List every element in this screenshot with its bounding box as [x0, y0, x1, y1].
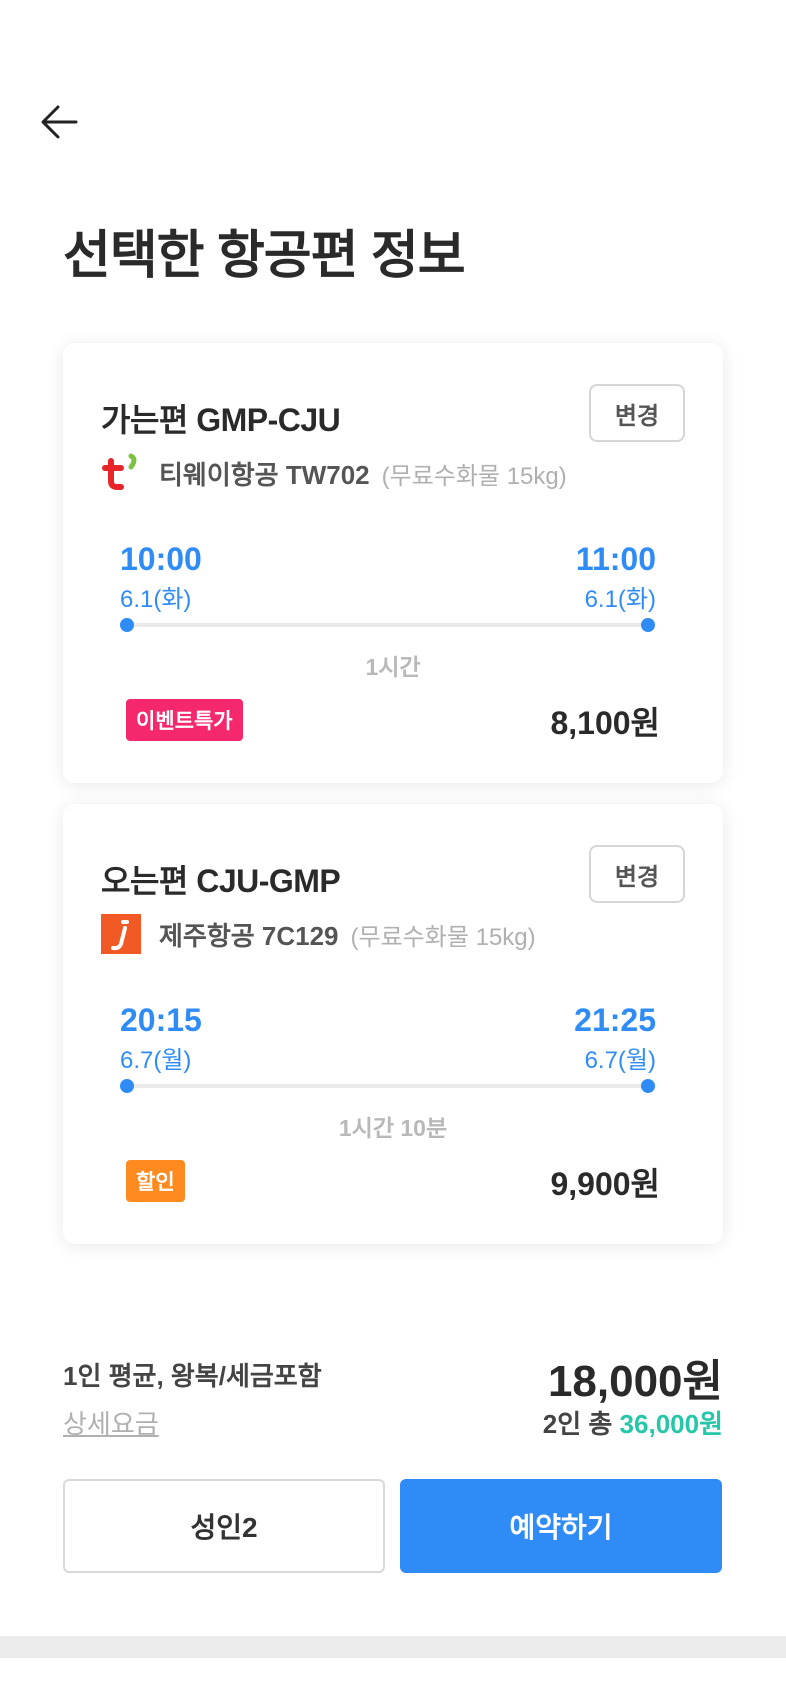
total-price-row: 2인 총 36,000원 — [543, 1404, 723, 1441]
page-title: 선택한 항공편 정보 — [63, 227, 466, 285]
flight-duration: 1시간 — [365, 654, 421, 680]
departure-time: 10:00 — [120, 541, 202, 577]
arrow-left-icon — [41, 105, 78, 139]
bottom-divider — [0, 1636, 786, 1658]
airline-row: 제주항공 7C129 (무료수화물 15kg) — [101, 914, 536, 954]
change-button[interactable]: 변경 — [589, 845, 685, 903]
route-line — [126, 1084, 648, 1088]
flight-price: 8,100원 — [550, 705, 660, 741]
baggage-info: (무료수화물 15kg) — [350, 923, 536, 951]
route-end-dot — [641, 618, 655, 632]
total-prefix: 2인 총 — [542, 1409, 613, 1439]
flight-card-outbound: 가는편 GMP-CJU 변경 티웨이항공 TW702 (무료수화물 15kg) … — [63, 343, 723, 783]
route-start-dot — [120, 1079, 134, 1093]
flight-card-title: 가는편 GMP-CJU — [101, 402, 341, 438]
airline-name: 제주항공 7C129 — [159, 920, 339, 951]
book-button[interactable]: 예약하기 — [400, 1479, 722, 1573]
flight-card-title: 오는편 CJU-GMP — [101, 863, 341, 899]
promo-badge: 이벤트특가 — [126, 699, 243, 741]
flight-price: 9,900원 — [550, 1166, 660, 1202]
baggage-info: (무료수화물 15kg) — [381, 462, 567, 490]
flight-card-return: 오는편 CJU-GMP 변경 제주항공 7C129 (무료수화물 15kg) 2… — [63, 804, 723, 1244]
discount-badge: 할인 — [126, 1160, 185, 1202]
departure-time: 20:15 — [120, 1002, 202, 1038]
airline-name: 티웨이항공 TW702 — [159, 459, 370, 490]
total-price: 36,000원 — [619, 1409, 723, 1439]
change-button[interactable]: 변경 — [589, 384, 685, 442]
departure-date: 6.1(화) — [120, 586, 192, 613]
arrival-date: 6.7(월) — [584, 1047, 656, 1074]
fare-detail-link[interactable]: 상세요금 — [63, 1404, 159, 1441]
route-line — [126, 623, 648, 627]
average-price: 18,000원 — [547, 1357, 723, 1406]
route-start-dot — [120, 618, 134, 632]
departure-date: 6.7(월) — [120, 1047, 192, 1074]
route-end-dot — [641, 1079, 655, 1093]
passenger-select-button[interactable]: 성인2 — [63, 1479, 385, 1573]
jeju-air-logo-icon — [101, 914, 141, 954]
arrival-date: 6.1(화) — [584, 586, 656, 613]
tway-logo-icon — [102, 453, 137, 490]
airline-row: 티웨이항공 TW702 (무료수화물 15kg) — [101, 453, 567, 493]
arrival-time: 21:25 — [574, 1002, 656, 1038]
price-summary-label: 1인 평균, 왕복/세금포함 — [63, 1361, 322, 1391]
arrival-time: 11:00 — [575, 541, 656, 577]
flight-duration: 1시간 10분 — [338, 1115, 448, 1141]
back-button[interactable] — [38, 100, 86, 148]
